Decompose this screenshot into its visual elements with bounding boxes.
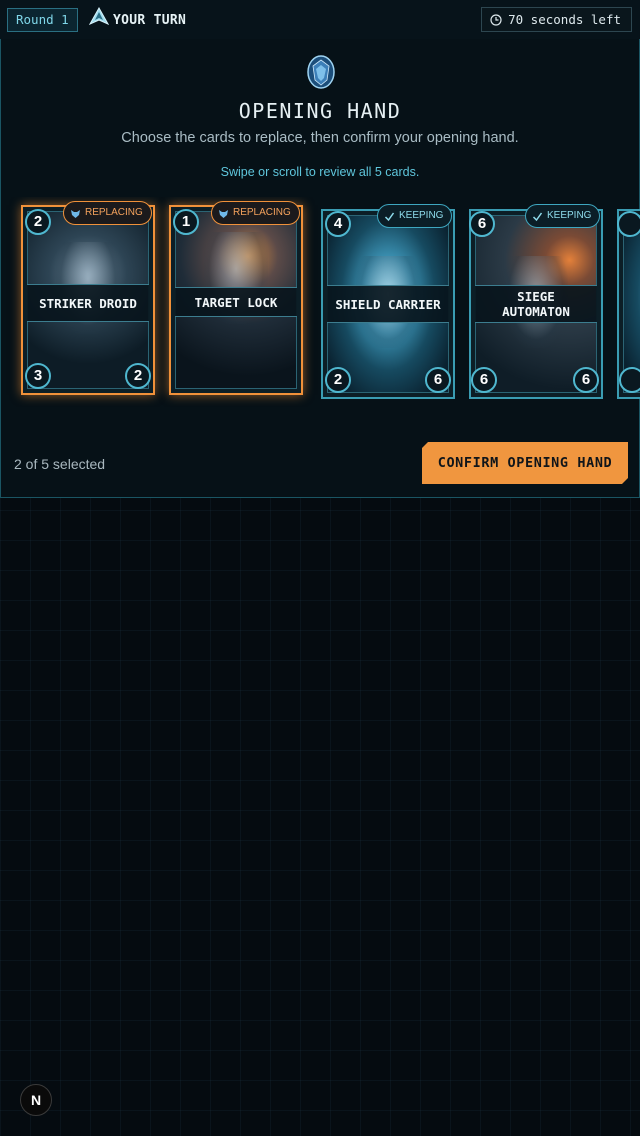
pyramid-ship-icon xyxy=(89,7,109,25)
card-attack: 3 xyxy=(25,363,51,389)
card-health: 2 xyxy=(125,363,151,389)
keeping-badge: KEEPING xyxy=(525,204,601,228)
card-name: SHIELD CARRIER xyxy=(327,285,449,323)
crystal-emblem-icon xyxy=(307,55,335,89)
hand-card[interactable] xyxy=(617,209,640,399)
card-cost xyxy=(617,211,640,237)
card-attack: 6 xyxy=(471,367,497,393)
card-health: 6 xyxy=(425,367,451,393)
hand-card[interactable]: TARGET LOCK 1 xyxy=(169,205,303,395)
hand-card[interactable]: STRIKER DROID 2 3 2 xyxy=(21,205,155,395)
top-bar: Round 1 YOUR TURN 70 seconds left xyxy=(0,0,640,40)
beast-icon xyxy=(71,209,80,218)
card-status: KEEPING xyxy=(547,210,592,221)
confirm-opening-hand-button[interactable]: CONFIRM OPENING HAND xyxy=(422,442,628,484)
check-icon xyxy=(384,212,395,221)
card-name: STRIKER DROID xyxy=(27,284,149,322)
replacing-badge: REPLACING xyxy=(211,201,300,225)
card-attack: 2 xyxy=(325,367,351,393)
dev-tools-button[interactable]: N xyxy=(20,1084,52,1116)
beast-icon xyxy=(219,209,228,218)
card-cost: 4 xyxy=(325,211,351,237)
turn-timer: 70 seconds left xyxy=(481,7,632,32)
replacing-badge: REPLACING xyxy=(63,201,152,225)
page-title: OPENING HAND xyxy=(238,99,402,123)
turn-label: YOUR TURN xyxy=(113,13,187,28)
instructions-text: Choose the cards to replace, then confir… xyxy=(121,130,519,146)
card-status: REPLACING xyxy=(233,207,291,218)
card-attack xyxy=(619,367,640,393)
scroll-hint: Swipe or scroll to review all 5 cards. xyxy=(220,165,420,179)
card-cost: 1 xyxy=(173,209,199,235)
card-name: SIEGE AUTOMATON xyxy=(475,285,597,323)
clock-icon xyxy=(490,13,502,26)
round-badge: Round 1 xyxy=(7,8,78,32)
keeping-badge: KEEPING xyxy=(377,204,453,228)
hand-card[interactable]: SHIELD CARRIER 4 2 6 xyxy=(321,209,455,399)
card-cost: 2 xyxy=(25,209,51,235)
card-carousel[interactable]: STRIKER DROID 2 3 2 REPLACING TARGET LOC… xyxy=(1,197,640,407)
check-icon xyxy=(532,212,543,221)
timer-text: 70 seconds left xyxy=(508,12,621,27)
card-cost: 6 xyxy=(469,211,495,237)
hand-card[interactable]: SIEGE AUTOMATON 6 6 6 xyxy=(469,209,603,399)
card-name: TARGET LOCK xyxy=(175,287,297,317)
selected-count: 2 of 5 selected xyxy=(14,456,106,472)
card-status: REPLACING xyxy=(85,207,143,218)
card-status: KEEPING xyxy=(399,210,444,221)
opening-hand-panel: OPENING HAND Choose the cards to replace… xyxy=(0,39,640,498)
card-health: 6 xyxy=(573,367,599,393)
